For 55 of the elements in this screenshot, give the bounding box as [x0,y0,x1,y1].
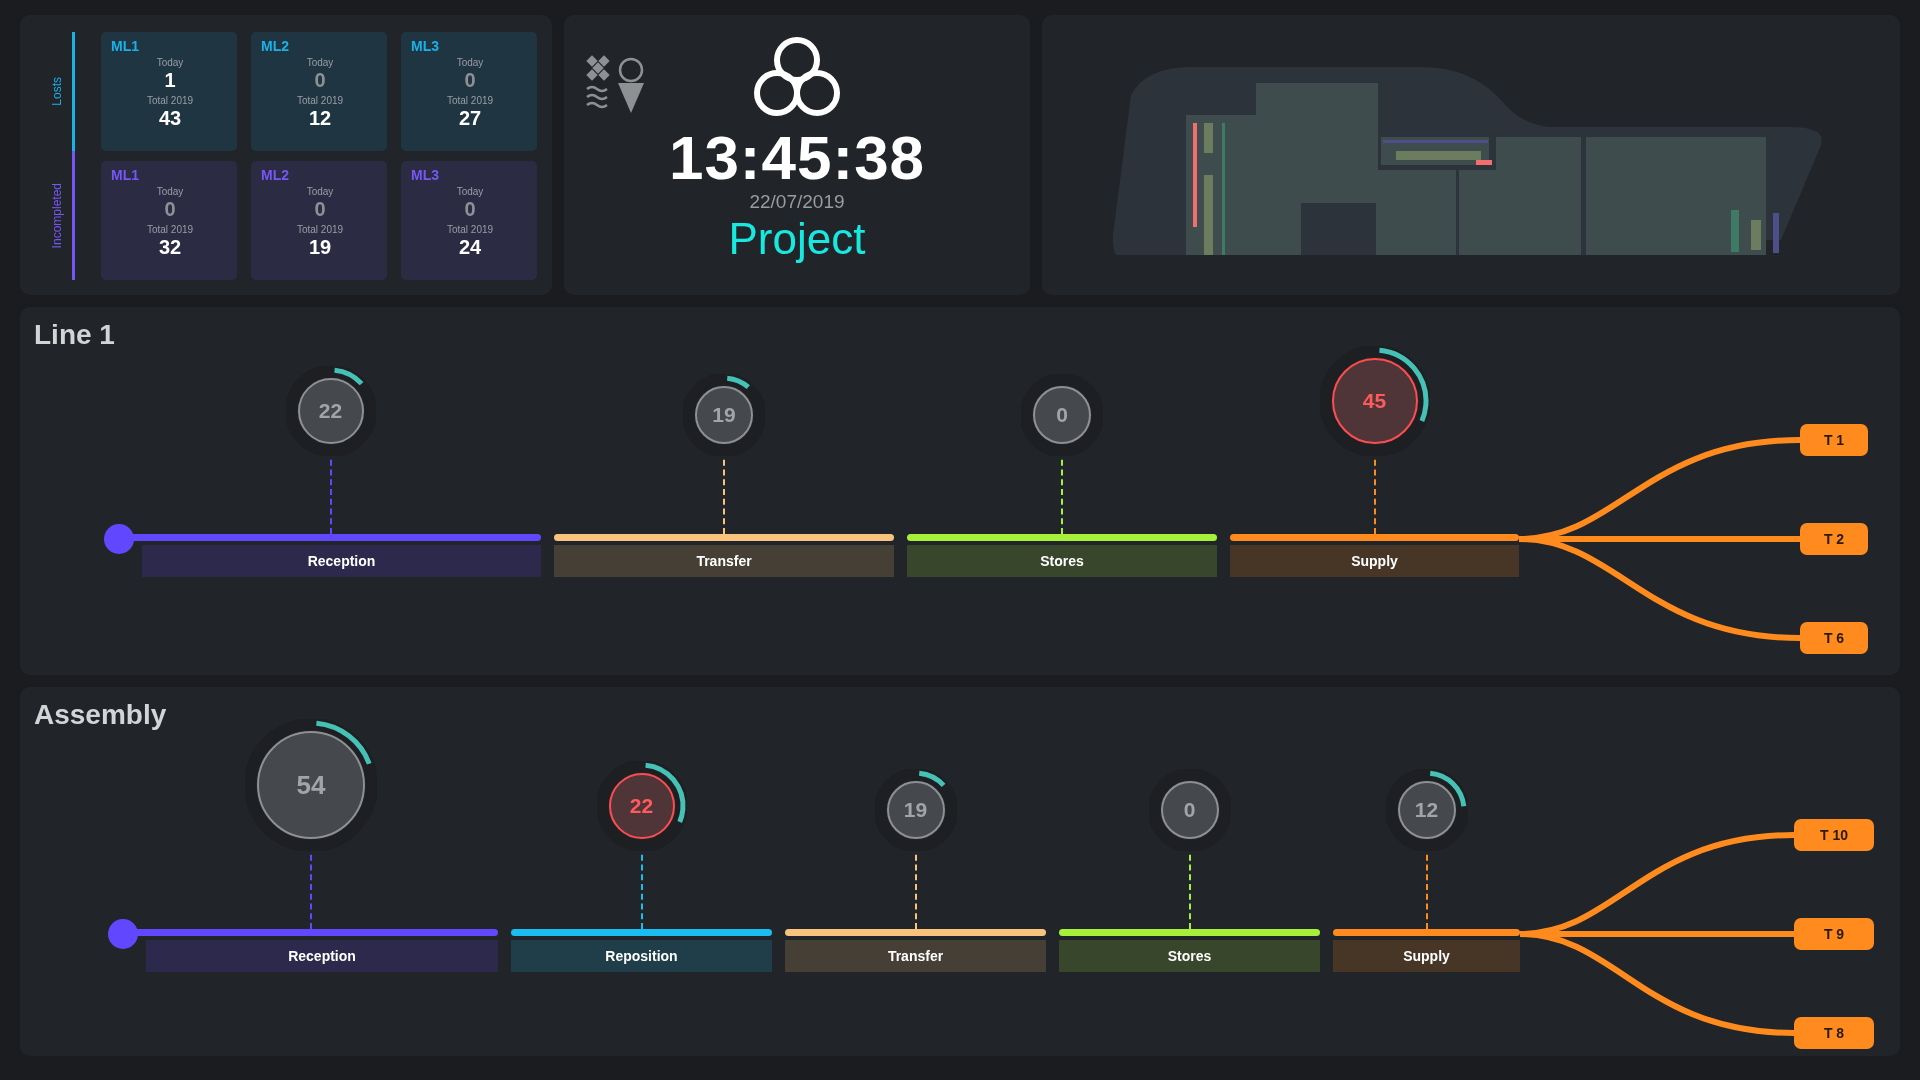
today-label: Today [156,57,184,68]
card-title: ML3 [411,38,439,54]
card-title: ML1 [111,38,139,54]
output-tag: T 6 [1800,622,1868,654]
stage-label: Transfer [554,545,894,577]
today-label: Today [306,57,334,68]
total-label: Total 2019 [296,224,344,235]
output-tag: T 10 [1794,819,1874,851]
output-tag: T 1 [1800,424,1868,456]
group-label: Incompleted [50,182,64,249]
stage-label: Reception [142,545,541,577]
total-value: 43 [158,106,182,130]
output-tag: T 9 [1794,918,1874,950]
output-tag: T 8 [1794,1017,1874,1049]
knot-logo-icon [752,35,842,119]
project-title: Project [728,213,866,265]
today-value: 0 [164,197,176,221]
today-value: 0 [464,197,476,221]
total-label: Total 2019 [446,224,494,235]
section-title: Assembly [34,699,168,731]
output-tag: T 2 [1800,523,1868,555]
stage-label: Stores [1059,940,1320,972]
total-label: Total 2019 [446,95,494,106]
section-title: Line 1 [34,319,116,351]
total-value: 27 [458,106,482,130]
today-label: Today [306,186,334,197]
today-value: 0 [314,68,326,92]
total-value: 12 [308,106,332,130]
total-value: 24 [458,235,482,259]
total-label: Total 2019 [146,95,194,106]
clock-date: 22/07/2019 [749,191,845,213]
start-dot [104,524,134,554]
today-value: 1 [164,68,176,92]
stage-label: Supply [1333,940,1520,972]
total-label: Total 2019 [146,224,194,235]
today-label: Today [156,186,184,197]
stage-label: Stores [907,545,1217,577]
stage-label: Transfer [785,940,1046,972]
start-dot [108,919,138,949]
today-value: 0 [314,197,326,221]
card-title: ML2 [261,167,289,183]
card-title: ML3 [411,167,439,183]
card-title: ML2 [261,38,289,54]
today-value: 0 [464,68,476,92]
today-label: Today [456,186,484,197]
today-label: Today [456,57,484,68]
group-label: Losts [50,77,64,106]
total-label: Total 2019 [296,95,344,106]
total-value: 19 [308,235,332,259]
total-value: 32 [158,235,182,259]
stage-label: Reception [146,940,498,972]
stage-label: Reposition [511,940,772,972]
clock-time: 13:45:38 [668,125,926,191]
stage-label: Supply [1230,545,1519,577]
card-title: ML1 [111,167,139,183]
